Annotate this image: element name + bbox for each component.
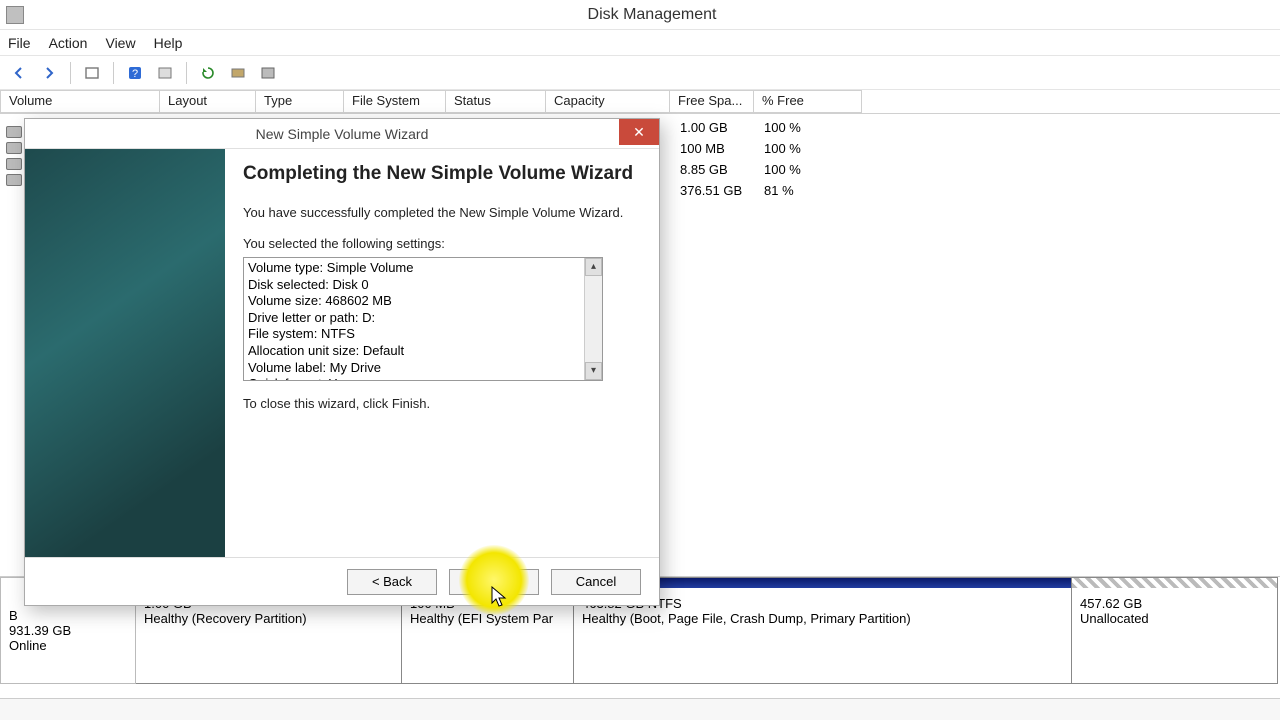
toolbar: ? <box>0 56 1280 90</box>
settings-scrollbar[interactable]: ▴ ▾ <box>584 258 602 380</box>
cell-pctfree: 81 % <box>760 183 844 198</box>
menu-help[interactable]: Help <box>154 35 183 51</box>
col-volume[interactable]: Volume <box>0 90 160 113</box>
col-capacity[interactable]: Capacity <box>546 90 670 113</box>
partition-status: Healthy (EFI System Par <box>410 611 565 626</box>
rescan-icon[interactable] <box>225 60 251 86</box>
partition-size: 457.62 GB <box>1080 596 1269 611</box>
partition-header-strip <box>1072 578 1277 588</box>
properties-icon[interactable] <box>79 60 105 86</box>
partition-status: Healthy (Boot, Page File, Crash Dump, Pr… <box>582 611 1063 626</box>
settings-item: Volume size: 468602 MB <box>248 293 598 310</box>
settings-item: Allocation unit size: Default <box>248 343 598 360</box>
wizard-settings-box: Volume type: Simple Volume Disk selected… <box>243 257 603 381</box>
volume-icon <box>6 126 22 138</box>
disk-label-prefix: B <box>9 608 127 623</box>
table-row[interactable]: 1.00 GB 100 % <box>676 117 1280 138</box>
wizard-title: New Simple Volume Wizard <box>25 126 659 142</box>
status-bar <box>0 698 1280 720</box>
app-title: Disk Management <box>24 6 1280 24</box>
action-icon[interactable] <box>255 60 281 86</box>
volume-row-icons <box>6 126 22 186</box>
cell-pctfree: 100 % <box>760 120 844 135</box>
settings-item: Disk selected: Disk 0 <box>248 277 598 294</box>
column-headers: Volume Layout Type File System Status Ca… <box>0 90 1280 114</box>
settings-item: Quick format: Yes <box>248 376 598 381</box>
cancel-button[interactable]: Cancel <box>551 569 641 595</box>
volume-icon <box>6 142 22 154</box>
wizard-dialog: New Simple Volume Wizard ✕ Completing th… <box>24 118 660 606</box>
back-button[interactable]: < Back <box>347 569 437 595</box>
table-row[interactable]: 100 MB 100 % <box>676 138 1280 159</box>
wizard-close-hint: To close this wizard, click Finish. <box>243 395 641 413</box>
wizard-settings-list: Volume type: Simple Volume Disk selected… <box>244 258 602 381</box>
cell-freespace: 376.51 GB <box>676 183 760 198</box>
partition-status: Healthy (Recovery Partition) <box>144 611 393 626</box>
settings-item: Drive letter or path: D: <box>248 310 598 327</box>
toolbar-separator <box>113 62 114 84</box>
col-type[interactable]: Type <box>256 90 344 113</box>
volume-icon <box>6 158 22 170</box>
settings-item: File system: NTFS <box>248 326 598 343</box>
cell-pctfree: 100 % <box>760 141 844 156</box>
settings-item: Volume type: Simple Volume <box>248 260 598 277</box>
table-row[interactable]: 8.85 GB 100 % <box>676 159 1280 180</box>
wizard-selected-label: You selected the following settings: <box>243 235 641 253</box>
disk-status: Online <box>9 638 127 653</box>
cell-pctfree: 100 % <box>760 162 844 177</box>
forward-icon[interactable] <box>36 60 62 86</box>
toolbar-separator <box>70 62 71 84</box>
svg-text:?: ? <box>132 68 138 80</box>
wizard-button-row: < Back Finish Cancel <box>25 557 659 605</box>
title-bar: Disk Management <box>0 0 1280 30</box>
settings-item: Volume label: My Drive <box>248 360 598 377</box>
partition-unallocated[interactable]: 457.62 GB Unallocated <box>1072 577 1278 684</box>
cell-freespace: 100 MB <box>676 141 760 156</box>
close-button[interactable]: ✕ <box>619 119 659 145</box>
close-icon: ✕ <box>633 124 645 141</box>
back-icon[interactable] <box>6 60 32 86</box>
menu-file[interactable]: File <box>8 35 31 51</box>
volume-table-rows: 1.00 GB 100 % 100 MB 100 % 8.85 GB 100 %… <box>676 117 1280 201</box>
col-layout[interactable]: Layout <box>160 90 256 113</box>
help-icon[interactable]: ? <box>122 60 148 86</box>
menu-view[interactable]: View <box>105 35 135 51</box>
scroll-up-icon[interactable]: ▴ <box>585 258 602 276</box>
wizard-side-panel <box>25 149 225 557</box>
col-pctfree[interactable]: % Free <box>754 90 862 113</box>
disk-size: 931.39 GB <box>9 623 127 638</box>
partition-status: Unallocated <box>1080 611 1269 626</box>
col-status[interactable]: Status <box>446 90 546 113</box>
scroll-down-icon[interactable]: ▾ <box>585 362 602 380</box>
finish-button[interactable]: Finish <box>449 569 539 595</box>
wizard-heading: Completing the New Simple Volume Wizard <box>243 163 641 186</box>
col-freespace[interactable]: Free Spa... <box>670 90 754 113</box>
wizard-content: Completing the New Simple Volume Wizard … <box>225 149 659 557</box>
cell-freespace: 8.85 GB <box>676 162 760 177</box>
wizard-titlebar[interactable]: New Simple Volume Wizard ✕ <box>25 119 659 149</box>
app-icon <box>6 6 24 24</box>
table-row[interactable]: 376.51 GB 81 % <box>676 180 1280 201</box>
menu-action[interactable]: Action <box>49 35 88 51</box>
volume-icon <box>6 174 22 186</box>
disk-icon[interactable] <box>152 60 178 86</box>
menu-bar: File Action View Help <box>0 30 1280 56</box>
toolbar-separator <box>186 62 187 84</box>
refresh-icon[interactable] <box>195 60 221 86</box>
col-filesystem[interactable]: File System <box>344 90 446 113</box>
wizard-success-text: You have successfully completed the New … <box>243 204 641 222</box>
cell-freespace: 1.00 GB <box>676 120 760 135</box>
